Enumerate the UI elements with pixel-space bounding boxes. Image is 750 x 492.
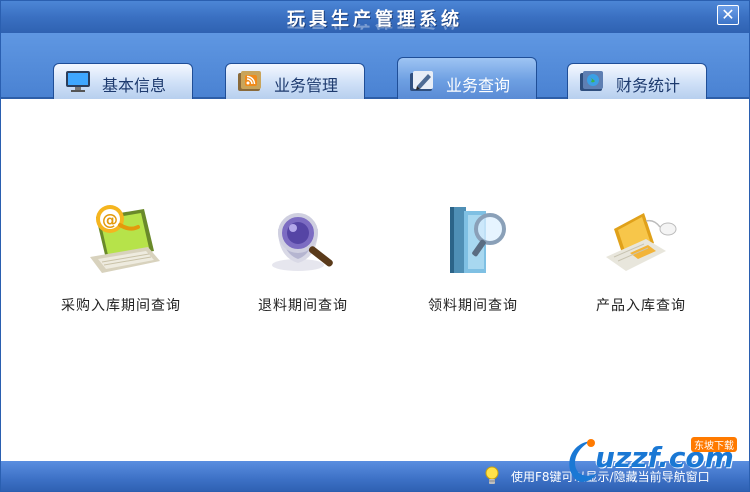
tab-business-query[interactable]: 业务查询 [397, 57, 537, 99]
tab-label: 基本信息 [102, 76, 167, 95]
folder-pen-icon [410, 71, 433, 91]
tool-label: 采购入库期间查询 [61, 298, 181, 314]
globe-book-icon [580, 71, 603, 91]
monitor-icon [66, 71, 90, 92]
laptop-email-icon: @ [90, 205, 160, 273]
tab-finance-statistics[interactable]: 财务统计 [567, 63, 707, 99]
tab-label: 业务查询 [446, 76, 511, 95]
close-button[interactable]: ✕ [717, 5, 739, 25]
tab-basic-info[interactable]: 基本信息 [53, 63, 193, 99]
laptop-mouse-icon [606, 213, 677, 271]
tab-strip: 基本信息 业务管理 业务查询 财务统计 [1, 33, 749, 99]
watermark-logo: uzzf.com 东坡下载 [561, 433, 747, 487]
tab-label: 业务管理 [274, 76, 339, 95]
tool-label: 产品入库查询 [596, 298, 686, 314]
tool-label: 退料期间查询 [258, 298, 348, 314]
svg-text:@: @ [102, 210, 118, 229]
magnifier-icon [272, 213, 333, 271]
app-window: 玩具生产管理系统 玩具生产管理系统 ✕ 基本信息 [0, 0, 750, 492]
tool-label: 领料期间查询 [428, 298, 518, 314]
title-bar: 玩具生产管理系统 玩具生产管理系统 ✕ [1, 1, 749, 33]
rss-folder-icon [238, 71, 261, 91]
main-panel: @ 采购入库期间查询 退料期间查询 领料期间查询 产品入库查询 [1, 99, 749, 461]
watermark-subtext: 东坡下载 [691, 437, 737, 452]
books-magnifier-icon [450, 207, 506, 273]
tab-label: 财务统计 [616, 76, 681, 95]
tool-materials-requisition-query[interactable]: 领料期间查询 [393, 199, 553, 315]
tool-purchase-inbound-query[interactable]: @ 采购入库期间查询 [41, 199, 201, 315]
tool-product-inbound-query[interactable]: 产品入库查询 [561, 199, 721, 315]
tool-return-materials-query[interactable]: 退料期间查询 [223, 199, 383, 315]
lightbulb-icon [485, 466, 499, 484]
close-icon: ✕ [721, 5, 735, 24]
tab-business-management[interactable]: 业务管理 [225, 63, 365, 99]
